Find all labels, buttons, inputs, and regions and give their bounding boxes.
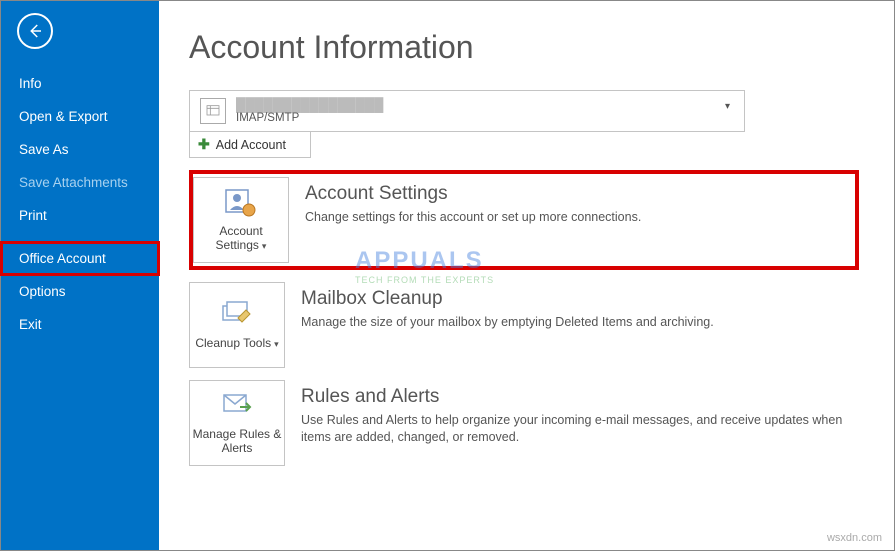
section-title: Rules and Alerts xyxy=(301,386,849,408)
add-account-label: Add Account xyxy=(216,138,286,152)
sidebar-item-exit[interactable]: Exit xyxy=(1,308,159,341)
sidebar-item-save-attachments: Save Attachments xyxy=(1,166,159,199)
sidebar-item-print[interactable]: Print xyxy=(1,199,159,232)
section-title: Mailbox Cleanup xyxy=(301,288,849,310)
account-dropdown[interactable]: ████████████████ IMAP/SMTP ▾ xyxy=(189,90,745,132)
main-panel: Account Information ████████████████ IMA… xyxy=(159,1,894,550)
rules-icon xyxy=(220,391,254,421)
account-settings-icon xyxy=(224,188,258,218)
sidebar-item-office-account[interactable]: Office Account xyxy=(1,242,159,275)
sidebar-item-save-as[interactable]: Save As xyxy=(1,133,159,166)
manage-rules-alerts-button[interactable]: Manage Rules & Alerts xyxy=(189,380,285,466)
section-desc: Manage the size of your mailbox by empty… xyxy=(301,314,849,331)
section-account-settings: Account Settings▾ Account Settings Chang… xyxy=(189,170,859,270)
account-email: ████████████████ xyxy=(236,98,383,112)
section-rules-alerts: Manage Rules & Alerts Rules and Alerts U… xyxy=(189,380,859,466)
account-settings-button[interactable]: Account Settings▾ xyxy=(193,177,289,263)
account-icon xyxy=(200,98,226,124)
dropdown-caret-icon: ▾ xyxy=(725,101,730,112)
footer-credit: wsxdn.com xyxy=(827,532,882,544)
account-type: IMAP/SMTP xyxy=(236,112,383,125)
sidebar-item-open-export[interactable]: Open & Export xyxy=(1,100,159,133)
section-account-settings-text: Account Settings Change settings for thi… xyxy=(305,177,855,226)
arrow-left-icon xyxy=(26,22,44,40)
section-title: Account Settings xyxy=(305,183,845,205)
section-mailbox-cleanup: Cleanup Tools▾ Mailbox Cleanup Manage th… xyxy=(189,282,859,368)
account-text: ████████████████ IMAP/SMTP xyxy=(236,98,383,125)
add-account-button[interactable]: ✚ Add Account xyxy=(189,132,311,158)
section-desc: Use Rules and Alerts to help organize yo… xyxy=(301,412,849,446)
sidebar-item-options[interactable]: Options xyxy=(1,275,159,308)
plus-icon: ✚ xyxy=(198,136,210,153)
cleanup-icon xyxy=(220,300,254,330)
page-title: Account Information xyxy=(189,29,864,66)
cleanup-tools-button[interactable]: Cleanup Tools▾ xyxy=(189,282,285,368)
section-desc: Change settings for this account or set … xyxy=(305,209,845,226)
backstage-sidebar: Info Open & Export Save As Save Attachme… xyxy=(1,1,159,550)
section-rules-alerts-text: Rules and Alerts Use Rules and Alerts to… xyxy=(301,380,859,446)
sidebar-item-info[interactable]: Info xyxy=(1,67,159,100)
section-mailbox-cleanup-text: Mailbox Cleanup Manage the size of your … xyxy=(301,282,859,331)
back-button[interactable] xyxy=(17,13,53,49)
